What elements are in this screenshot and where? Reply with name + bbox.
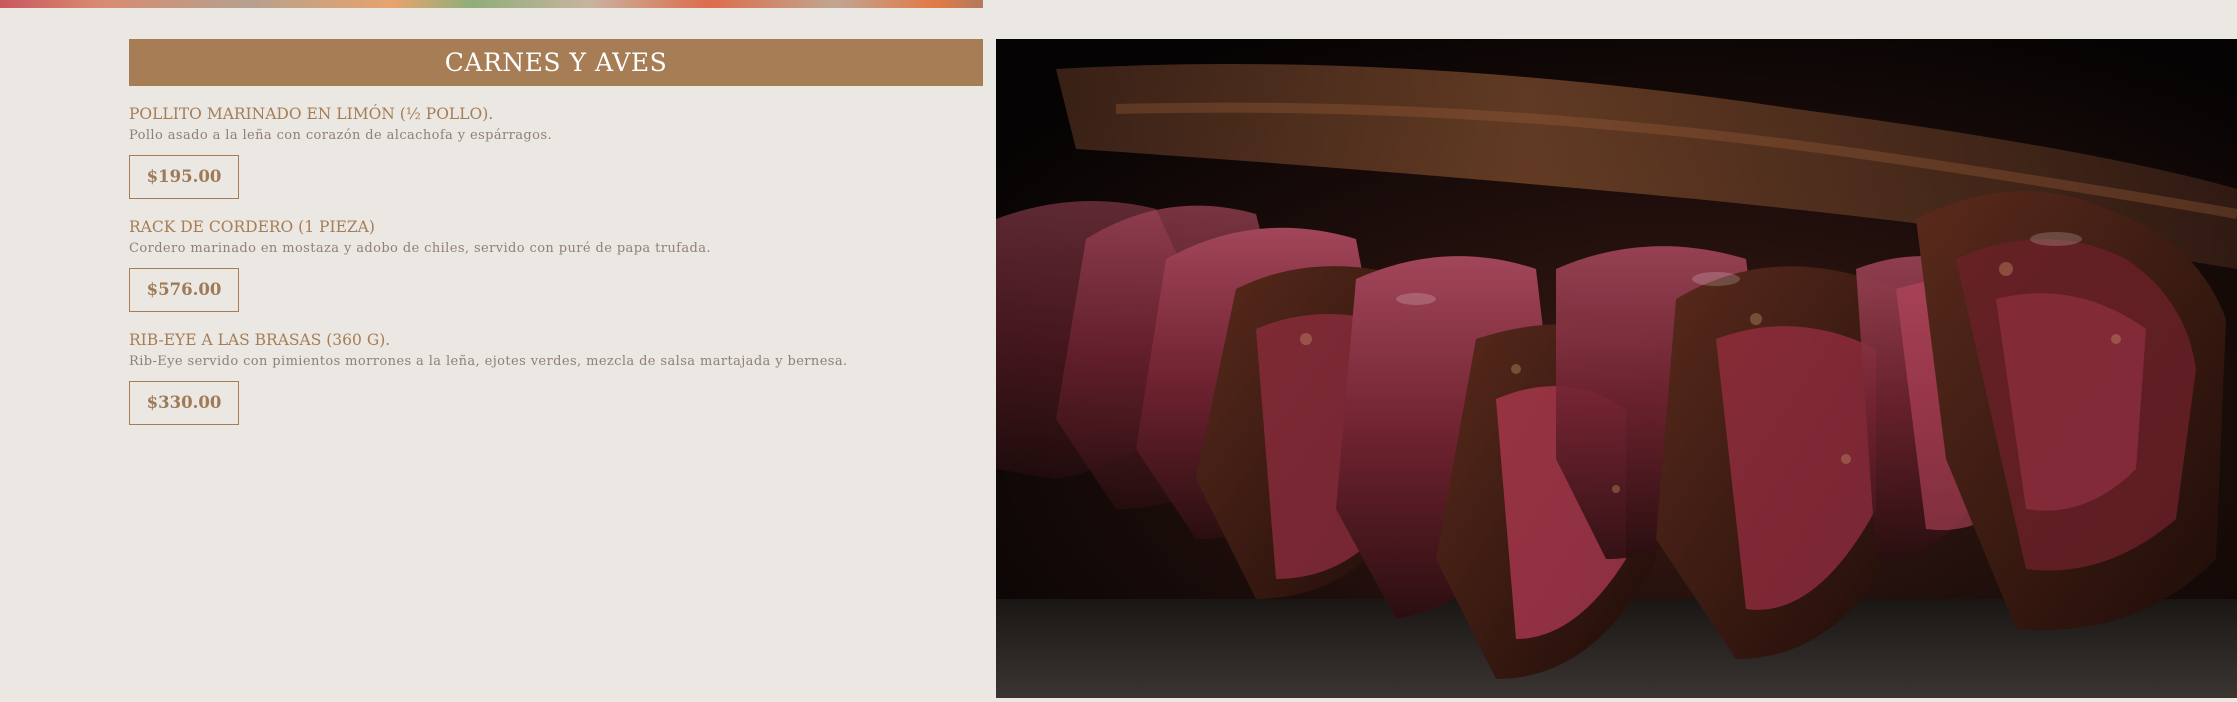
section-title: CARNES Y AVES: [129, 39, 983, 86]
menu-item-price: $195.00: [129, 155, 239, 199]
menu-item-price: $576.00: [129, 268, 239, 312]
menu-page: CARNES Y AVES POLLITO MARINADO EN LIMÓN …: [0, 0, 2237, 702]
menu-item: RACK DE CORDERO (1 PIEZA) Cordero marina…: [129, 217, 983, 312]
menu-item-description: Rib-Eye servido con pimientos morrones a…: [129, 354, 848, 369]
menu-panel: CARNES Y AVES POLLITO MARINADO EN LIMÓN …: [129, 39, 983, 425]
menu-item-description: Cordero marinado en mostaza y adobo de c…: [129, 241, 711, 256]
menu-item-name: RIB-EYE A LAS BRASAS (360 G).: [129, 331, 391, 349]
menu-item: RIB-EYE A LAS BRASAS (360 G). Rib-Eye se…: [129, 330, 983, 425]
menu-item-description: Pollo asado a la leña con corazón de alc…: [129, 128, 552, 143]
previous-section-photo-edge: [0, 0, 983, 8]
menu-item: POLLITO MARINADO EN LIMÓN (½ POLLO). Pol…: [129, 104, 983, 199]
grilled-steak-photo: [996, 39, 2237, 698]
menu-item-name: POLLITO MARINADO EN LIMÓN (½ POLLO).: [129, 105, 494, 123]
menu-item-price: $330.00: [129, 381, 239, 425]
menu-item-name: RACK DE CORDERO (1 PIEZA): [129, 218, 375, 236]
